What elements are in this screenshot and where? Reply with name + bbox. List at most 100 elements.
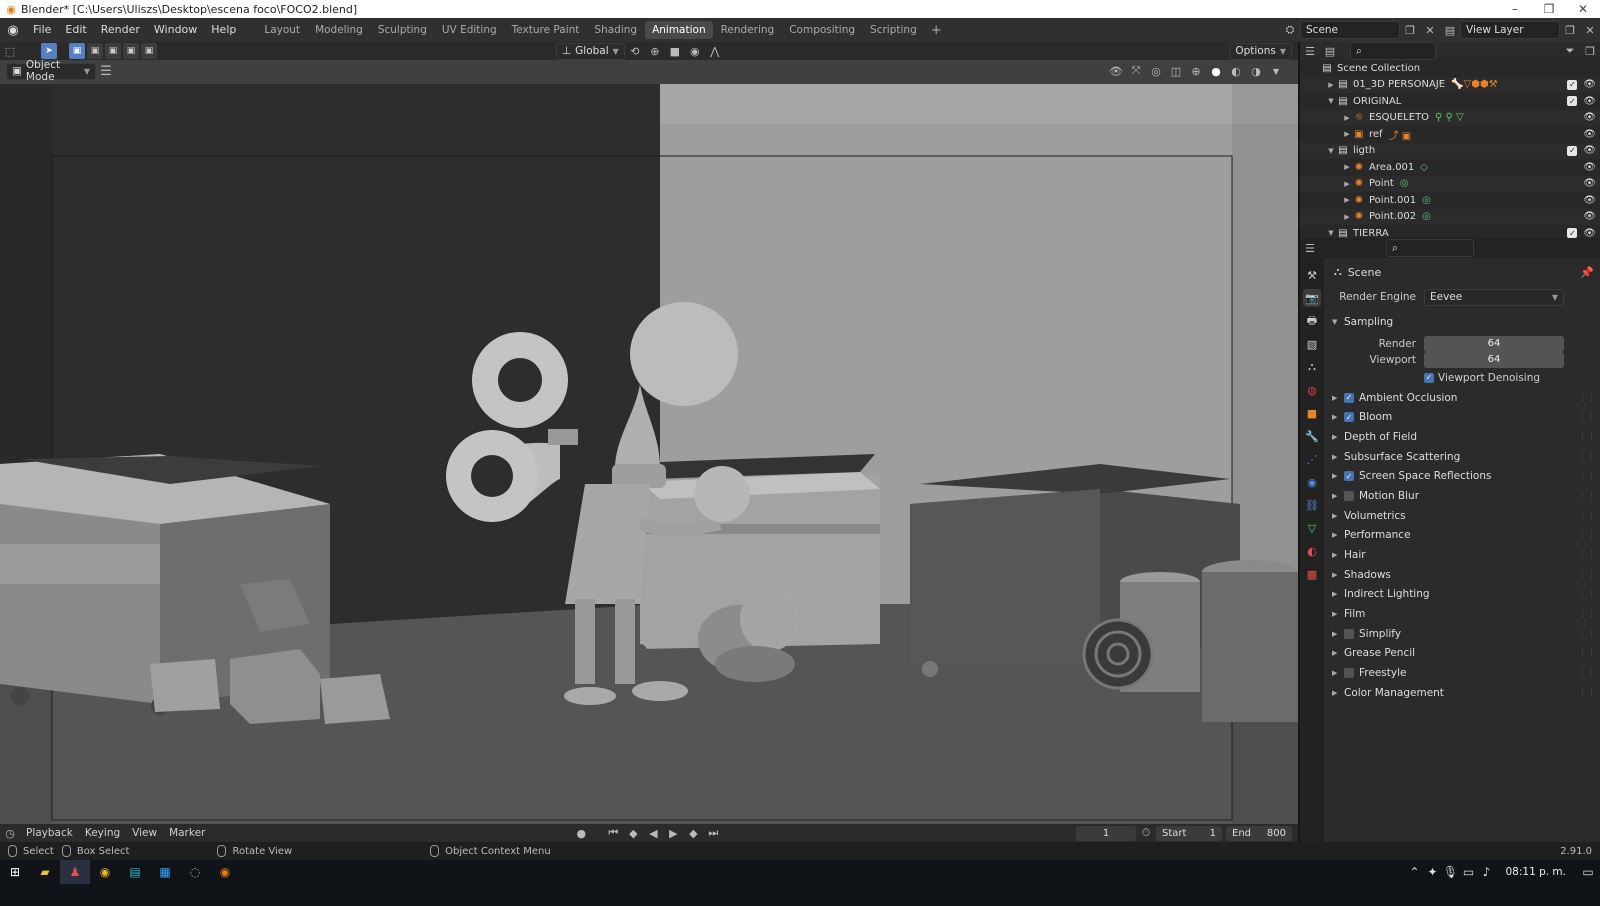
app-s-icon[interactable]: ▤	[120, 860, 150, 884]
snap-icon[interactable]: ⊕	[645, 42, 665, 60]
menu-help[interactable]: Help	[204, 18, 243, 42]
panel-freestyle[interactable]: ▶ ✓ Freestyle ⋮⋮	[1326, 663, 1600, 683]
exclude-checkbox[interactable]: ✓	[1567, 79, 1578, 90]
timeline-menu-playback[interactable]: Playback	[20, 827, 79, 839]
select-tool-icon[interactable]: ➤	[41, 43, 57, 59]
expand-right-icon[interactable]: ▶	[1342, 130, 1352, 138]
3d-viewport[interactable]: ⬚ ➤ ▣ ▣ ▣ ▣ ▣ ⊥ Global ▼ ⟲ ⊕ ■ ◉ ⋀ Optio…	[0, 42, 1298, 824]
expand-right-icon[interactable]: ▶	[1342, 114, 1352, 122]
properties-search-input[interactable]: ⌕	[1386, 239, 1474, 257]
photoshop-icon[interactable]: ▦	[150, 860, 180, 884]
menu-edit[interactable]: Edit	[58, 18, 93, 42]
select-new-icon[interactable]: ▣	[69, 43, 85, 59]
minimize-button[interactable]: –	[1498, 2, 1532, 16]
falloff-icon[interactable]: ⋀	[705, 42, 725, 60]
tab-uv-editing[interactable]: UV Editing	[435, 21, 504, 39]
outliner-row[interactable]: ▤ Scene Collection	[1300, 60, 1600, 77]
tab-texture-paint[interactable]: Texture Paint	[505, 21, 587, 39]
stopwatch-icon[interactable]: ⏱	[1136, 824, 1156, 842]
expand-down-icon[interactable]: ▼	[1326, 97, 1336, 105]
solid-shading-icon[interactable]: ●	[1206, 62, 1226, 80]
visibility-eye-icon[interactable]: 👁	[1583, 145, 1596, 156]
drag-grip-icon[interactable]: ⋮⋮	[1578, 609, 1596, 619]
visibility-eye-icon[interactable]: 👁	[1583, 195, 1596, 206]
viewport-denoising-checkbox[interactable]: ✓	[1424, 372, 1434, 383]
dropbox-icon[interactable]: ✦	[1423, 860, 1441, 884]
outliner-row[interactable]: ▶ ▤ 01_3D PERSONAJE 🦴▽⬢⬢⚒ ✓ 👁	[1300, 76, 1600, 93]
play-icon[interactable]: ▶	[663, 824, 683, 842]
panel-color-management[interactable]: ▶ Color Management ⋮⋮	[1326, 683, 1600, 703]
visibility-eye-icon[interactable]: 👁	[1583, 112, 1596, 123]
microphone-icon[interactable]: 🎙	[1441, 860, 1459, 884]
tab-constraints-icon[interactable]: ⛓	[1303, 496, 1321, 514]
app-circle-icon[interactable]: ◌	[180, 860, 210, 884]
options-dropdown[interactable]: Options ▼	[1229, 42, 1292, 60]
render-samples-slider[interactable]: 64	[1424, 335, 1564, 352]
tab-texture-icon[interactable]: ▩	[1303, 565, 1321, 583]
visibility-icon[interactable]: 👁	[1106, 62, 1126, 80]
add-workspace-button[interactable]: +	[925, 23, 948, 38]
end-frame-field[interactable]: End 800	[1226, 825, 1292, 841]
viewport-samples-slider[interactable]: 64	[1424, 351, 1564, 368]
tab-modifier-icon[interactable]: 🔧	[1303, 427, 1321, 445]
view-layer-icon[interactable]: ▤	[1440, 21, 1460, 39]
app-character-icon[interactable]: ♟	[60, 860, 90, 884]
panel-enable-checkbox[interactable]: ✓	[1344, 392, 1354, 403]
panel-motion-blur[interactable]: ▶ ✓ Motion Blur ⋮⋮	[1326, 486, 1600, 506]
drag-grip-icon[interactable]: ⋮⋮	[1578, 471, 1596, 481]
tab-scene-icon[interactable]: ⛬	[1303, 358, 1321, 376]
exclude-checkbox[interactable]: ✓	[1567, 228, 1578, 239]
timeline-menu-view[interactable]: View	[126, 827, 163, 839]
panel-ambient-occlusion[interactable]: ▶ ✓ Ambient Occlusion ⋮⋮	[1326, 388, 1600, 408]
outliner-row[interactable]: ▶ ✺ Point ◎ 👁	[1300, 175, 1600, 192]
scene-field[interactable]: Scene	[1300, 21, 1400, 39]
tray-up-icon[interactable]: ⌃	[1405, 860, 1423, 884]
tab-layout[interactable]: Layout	[257, 21, 307, 39]
next-keyframe-icon[interactable]: ◆	[683, 824, 703, 842]
select-extend-icon[interactable]: ▣	[87, 43, 103, 59]
tab-particles-icon[interactable]: ⋰	[1303, 450, 1321, 468]
menu-render[interactable]: Render	[94, 18, 147, 42]
tab-rendering[interactable]: Rendering	[714, 21, 782, 39]
drag-grip-icon[interactable]: ⋮⋮	[1578, 491, 1596, 501]
tab-animation[interactable]: Animation	[645, 21, 713, 39]
timeline-menu-keying[interactable]: Keying	[79, 827, 126, 839]
start-frame-field[interactable]: Start 1	[1156, 825, 1222, 841]
volume-icon[interactable]: ♪	[1477, 860, 1495, 884]
blender-menu-icon[interactable]: ◉	[0, 23, 26, 38]
visibility-eye-icon[interactable]: 👁	[1583, 162, 1596, 173]
jump-end-icon[interactable]: ⏭	[703, 824, 723, 842]
drag-grip-icon[interactable]: ⋮⋮	[1578, 511, 1596, 521]
expand-right-icon[interactable]: ▶	[1342, 196, 1352, 204]
outliner-row[interactable]: ▶ ✺ Point.001 ◎ 👁	[1300, 192, 1600, 209]
editor-type-icon[interactable]: ⬚	[0, 42, 20, 60]
prev-keyframe-icon[interactable]: ◆	[623, 824, 643, 842]
visibility-eye-icon[interactable]: 👁	[1583, 96, 1596, 107]
delete-view-layer-icon[interactable]: ✕	[1580, 21, 1600, 39]
new-collection-icon[interactable]: ❐	[1580, 42, 1600, 60]
outliner-row[interactable]: ▼ ▤ ligth ✓ 👁	[1300, 142, 1600, 159]
outliner-search-input[interactable]: ⌕	[1350, 42, 1436, 60]
pin-icon[interactable]: 📌	[1580, 266, 1594, 279]
drag-grip-icon[interactable]: ⋮⋮	[1578, 393, 1596, 403]
drag-grip-icon[interactable]: ⋮⋮	[1578, 589, 1596, 599]
drag-grip-icon[interactable]: ⋮⋮	[1578, 432, 1596, 442]
row-data-icons[interactable]: ⚲ ⚲ ▽	[1435, 112, 1464, 123]
visibility-eye-icon[interactable]: 👁	[1583, 79, 1596, 90]
panel-hair[interactable]: ▶ Hair ⋮⋮	[1326, 545, 1600, 565]
rendered-shading-icon[interactable]: ◑	[1246, 62, 1266, 80]
row-data-icons[interactable]: ◎	[1422, 211, 1431, 222]
record-icon[interactable]: ●	[571, 824, 591, 842]
restore-button[interactable]: ❐	[1532, 2, 1566, 16]
outliner-row[interactable]: ▶ ✺ Point.002 ◎ 👁	[1300, 208, 1600, 225]
drag-grip-icon[interactable]: ⋮⋮	[1578, 570, 1596, 580]
notifications-icon[interactable]: ▭	[1576, 860, 1600, 884]
tab-world-icon[interactable]: ◍	[1303, 381, 1321, 399]
gizmo-icon[interactable]: ⤧	[1126, 62, 1146, 80]
panel-shadows[interactable]: ▶ Shadows ⋮⋮	[1326, 565, 1600, 585]
select-intersect-icon[interactable]: ▣	[141, 43, 157, 59]
tab-object-icon[interactable]: ■	[1303, 404, 1321, 422]
play-reverse-icon[interactable]: ◀	[643, 824, 663, 842]
panel-enable-checkbox[interactable]: ✓	[1344, 471, 1354, 482]
expand-right-icon[interactable]: ▶	[1342, 163, 1352, 171]
